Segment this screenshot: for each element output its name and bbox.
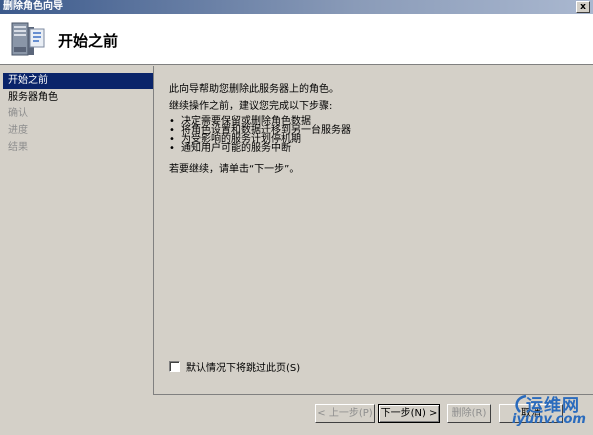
wizard-header: 开始之前	[0, 14, 593, 65]
delete-button[interactable]: 删除(R)	[447, 404, 491, 423]
continue-hint-text: 若要继续，请单击“下一步”。	[169, 164, 300, 175]
skip-page-checkbox[interactable]	[169, 361, 180, 372]
list-item: • 通知用户可能的服务中断	[169, 143, 291, 154]
sidebar-item-progress: 进度	[8, 125, 28, 136]
sidebar-item-server-roles[interactable]: 服务器角色	[0, 90, 153, 106]
title-bar[interactable]: 删除角色向导 x	[0, 0, 593, 14]
server-icon	[11, 22, 45, 56]
next-button[interactable]: 下一步(N) >	[378, 404, 440, 423]
steps-list: • 决定需要保留或删除角色数据 • 将角色设置和数据迁移到另一台服务器 • 为受影响的…	[169, 117, 351, 154]
sidebar-item-before-you-begin[interactable]: 开始之前	[3, 73, 153, 89]
window-title: 删除角色向导	[3, 1, 63, 12]
previous-button[interactable]: < 上一步(P)	[315, 404, 375, 423]
skip-page-option[interactable]: 默认情况下将跳过此页(S)	[169, 359, 300, 374]
sidebar-item-confirmation: 确认	[8, 108, 28, 119]
site-watermark: 运维网 iyunv.com	[512, 390, 593, 435]
intro-text: 此向导帮助您删除此服务器上的角色。	[169, 84, 339, 95]
skip-page-label: 默认情况下将跳过此页(S)	[186, 363, 301, 374]
wizard-content: 此向导帮助您删除此服务器上的角色。 继续操作之前，建议您完成以下步骤: • 决定需…	[153, 66, 593, 394]
sidebar-item-results: 结果	[8, 142, 28, 153]
before-continue-text: 继续操作之前，建议您完成以下步骤:	[169, 101, 333, 112]
close-button[interactable]: x	[576, 1, 590, 13]
wizard-steps-sidebar: 开始之前 服务器角色 确认 进度 结果	[0, 66, 153, 435]
watermark-bottom-text: iyunv.com	[512, 412, 586, 427]
page-title: 开始之前	[58, 32, 119, 50]
